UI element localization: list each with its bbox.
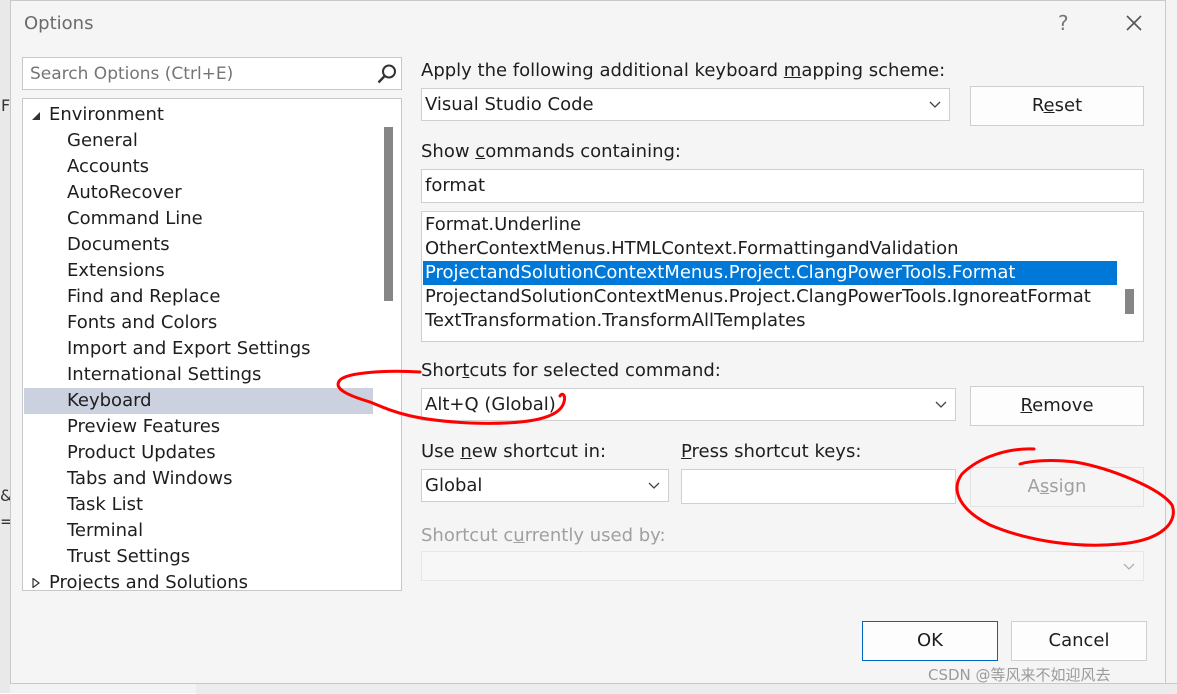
tree-item-label: Projects and Solutions <box>49 572 248 591</box>
assign-button[interactable]: Assign <box>970 467 1144 507</box>
tree-item-terminal[interactable]: Terminal <box>67 518 143 544</box>
tree-item-international[interactable]: International Settings <box>67 362 261 388</box>
label-text: ommands containing: <box>485 141 681 162</box>
shortcut-used-by-dropdown[interactable] <box>421 551 1144 581</box>
label-text: Shor <box>421 360 463 381</box>
reset-button[interactable]: Reset <box>970 86 1144 126</box>
label-text: cuts for selected command: <box>469 360 721 381</box>
label-accesskey: u <box>513 525 525 546</box>
command-item[interactable]: TextTransformation.TransformAllTemplates <box>425 309 806 333</box>
tree-item-product-updates[interactable]: Product Updates <box>67 440 216 466</box>
label-accesskey: m <box>783 60 802 81</box>
tree-item-keyboard[interactable]: Keyboard <box>24 388 373 414</box>
help-button[interactable]: ? <box>1058 11 1069 35</box>
button-text: emove <box>1032 395 1094 416</box>
label-text: Shortcut c <box>421 525 514 546</box>
expand-arrow-icon[interactable] <box>31 578 41 588</box>
close-button[interactable] <box>1121 7 1147 37</box>
mapping-scheme-value: Visual Studio Code <box>425 94 594 115</box>
tree-item-import-export[interactable]: Import and Export Settings <box>67 336 311 362</box>
button-accesskey: s <box>1039 476 1050 497</box>
search-icon[interactable] <box>376 63 398 85</box>
background-text: F <box>1 96 11 115</box>
commands-filter-value: format <box>425 175 486 196</box>
collapse-arrow-icon[interactable] <box>31 111 41 121</box>
commands-list[interactable]: Format.Underline OtherContextMenus.HTMLC… <box>421 211 1144 342</box>
tree-item-tabs-and-windows[interactable]: Tabs and Windows <box>67 466 233 492</box>
tree-item-fonts-and-colors[interactable]: Fonts and Colors <box>67 310 217 336</box>
button-text: set <box>1054 95 1083 116</box>
tree-item-documents[interactable]: Documents <box>67 232 170 258</box>
watermark: CSDN @等风来不如迎风去 <box>928 666 1111 684</box>
use-new-shortcut-value: Global <box>425 475 483 496</box>
label-text: ress shortcut keys: <box>691 441 862 462</box>
mapping-scheme-dropdown[interactable]: Visual Studio Code <box>421 88 950 121</box>
command-item[interactable]: OtherContextMenus.HTMLContext.Formatting… <box>425 237 959 261</box>
button-accesskey: R <box>1020 395 1033 416</box>
button-text: R <box>1031 95 1044 116</box>
cancel-button[interactable]: Cancel <box>1011 621 1147 661</box>
button-text: sign <box>1049 476 1087 497</box>
command-item[interactable]: Format.Underline <box>425 213 581 237</box>
button-accesskey: e <box>1043 95 1055 116</box>
label-text: Use <box>421 441 461 462</box>
search-box[interactable] <box>22 57 402 90</box>
mapping-scheme-label: Apply the following additional keyboard … <box>421 60 945 81</box>
tree-item-environment[interactable]: Environment <box>23 102 373 128</box>
button-text: A <box>1027 476 1040 497</box>
command-item-selected[interactable]: ProjectandSolutionContextMenus.Project.C… <box>423 261 1117 285</box>
tree-item-preview-features[interactable]: Preview Features <box>67 414 220 440</box>
chevron-down-icon <box>648 482 660 489</box>
tree-item-projects-and-solutions[interactable]: Projects and Solutions <box>23 570 373 591</box>
tree-item-command-line[interactable]: Command Line <box>67 206 203 232</box>
label-accesskey: P <box>681 441 692 462</box>
ok-button[interactable]: OK <box>862 621 998 661</box>
tree-item-general[interactable]: General <box>67 128 138 154</box>
use-new-shortcut-dropdown[interactable]: Global <box>421 469 669 502</box>
tree-scrollbar-thumb[interactable] <box>384 127 393 301</box>
remove-button[interactable]: Remove <box>970 386 1144 426</box>
search-input[interactable] <box>23 58 377 89</box>
label-accesskey: n <box>460 441 472 462</box>
chevron-down-icon <box>929 101 941 108</box>
tree-item-autorecover[interactable]: AutoRecover <box>67 180 182 206</box>
label-text: apping scheme: <box>801 60 946 81</box>
shortcut-used-by-label: Shortcut currently used by: <box>421 525 666 546</box>
label-accesskey: c <box>475 141 486 162</box>
label-text: ew shortcut in: <box>471 441 607 462</box>
tree-item-label: Keyboard <box>67 390 152 411</box>
options-tree[interactable]: Environment General Accounts AutoRecover… <box>22 98 402 591</box>
label-text: Show <box>421 141 476 162</box>
use-new-shortcut-label: Use new shortcut in: <box>421 441 606 462</box>
tree-item-label: Environment <box>49 104 164 125</box>
command-item[interactable]: ProjectandSolutionContextMenus.Project.C… <box>425 285 1091 309</box>
chevron-down-icon <box>935 401 947 408</box>
tree-item-find-and-replace[interactable]: Find and Replace <box>67 284 220 310</box>
tree-item-trust-settings[interactable]: Trust Settings <box>67 544 190 570</box>
tree-item-accounts[interactable]: Accounts <box>67 154 149 180</box>
tree-item-task-list[interactable]: Task List <box>67 492 143 518</box>
press-shortcut-keys-input[interactable] <box>681 469 956 504</box>
press-shortcut-keys-label: Press shortcut keys: <box>681 441 861 462</box>
close-icon <box>1126 15 1142 31</box>
tree-item-extensions[interactable]: Extensions <box>67 258 165 284</box>
shortcuts-dropdown[interactable]: Alt+Q (Global) <box>421 388 956 421</box>
shortcuts-label: Shortcuts for selected command: <box>421 360 721 381</box>
chevron-down-icon <box>1123 563 1135 570</box>
commands-scrollbar-thumb[interactable] <box>1125 289 1134 314</box>
commands-filter-input[interactable]: format <box>421 169 1144 203</box>
label-text: rrently used by: <box>524 525 666 546</box>
dialog-title: Options <box>24 13 94 34</box>
label-text: Apply the following additional keyboard <box>421 60 784 81</box>
commands-label: Show commands containing: <box>421 141 681 162</box>
shortcuts-value: Alt+Q (Global) <box>425 394 556 415</box>
